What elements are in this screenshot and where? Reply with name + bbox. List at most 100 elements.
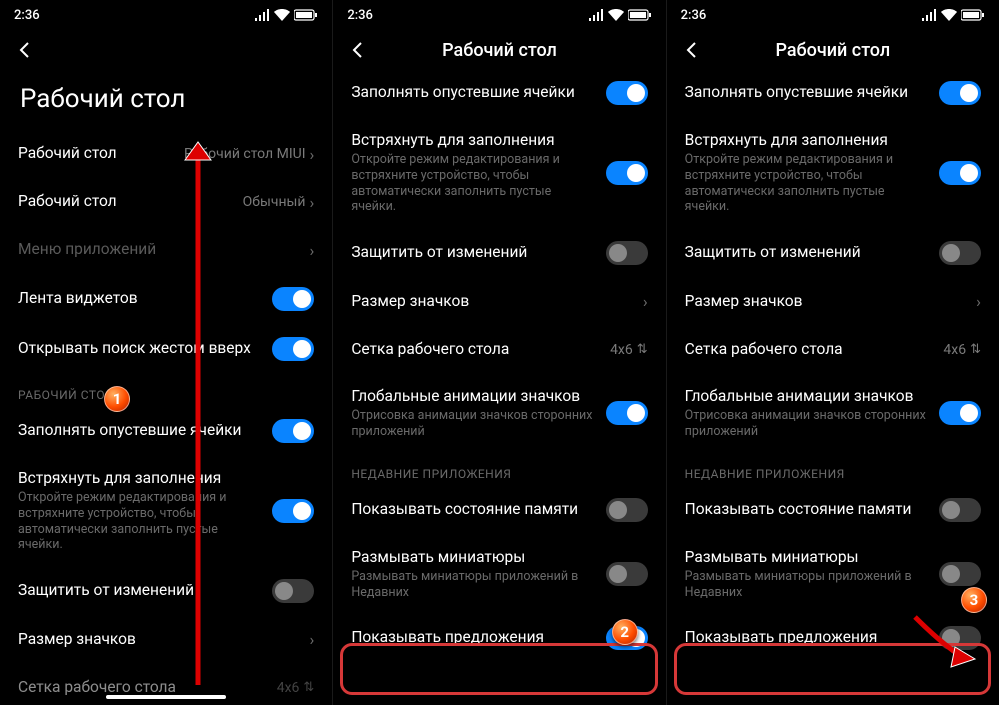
row-lock-layout[interactable]: Защитить от изменений [667,228,999,278]
nav-bar[interactable] [106,695,226,699]
row-shake-fill[interactable]: Встряхнуть для заполнения Откройте режим… [333,118,665,228]
toggle-memory[interactable] [939,498,981,522]
row-global-anim[interactable]: Глобальные анимации значков Отрисовка ан… [333,374,665,453]
title-bar: Рабочий стол [667,28,999,68]
sort-icon: ⇅ [970,342,981,357]
row-label: Заполнять опустевшие ячейки [18,421,262,440]
row-label: Сетка рабочего стола [351,340,600,359]
row-icon-size[interactable]: Размер значков › [667,278,999,326]
chevron-right-icon: › [976,292,981,311]
toggle-blur[interactable] [939,562,981,586]
panel-2: 2:36 Рабочий стол Заполнять опустевшие я… [333,0,666,705]
row-search-gesture[interactable]: Открывать поиск жестом вверх [0,324,332,374]
row-home-mode[interactable]: Рабочий стол Обычный› [0,178,332,226]
row-memory-status[interactable]: Показывать состояние памяти [667,485,999,535]
panel-1: 2:36 Рабочий стол Рабочий стол Рабочий с… [0,0,333,705]
row-grid[interactable]: Сетка рабочего стола 4x6 ⇅ [667,326,999,374]
row-label: Размер значков [685,292,967,311]
status-icons [588,9,652,21]
section-header-recents: НЕДАВНИЕ ПРИЛОЖЕНИЯ [333,453,665,485]
row-fill-empty[interactable]: Заполнять опустевшие ячейки [0,406,332,456]
row-shake-fill[interactable]: Встряхнуть для заполнения Откройте режим… [667,118,999,228]
row-fill-empty[interactable]: Заполнять опустевшие ячейки [333,68,665,118]
row-label: Размывать миниатюры [351,548,595,567]
sort-icon: ⇅ [637,342,648,357]
toggle-blur[interactable] [606,562,648,586]
toggle-shake[interactable] [272,499,314,523]
row-fill-empty[interactable]: Заполнять опустевшие ячейки [667,68,999,118]
row-label: Показывать состояние памяти [685,500,929,519]
settings-list: Заполнять опустевшие ячейки Встряхнуть д… [333,68,665,675]
row-label: Защитить от изменений [18,581,262,600]
settings-list: Рабочий стол Рабочий стол MIUI› Рабочий … [0,130,332,705]
row-label: Защитить от изменений [685,243,929,262]
row-label: Защитить от изменений [351,243,595,262]
row-app-menu: Меню приложений › [0,226,332,274]
row-blur-thumbs[interactable]: Размывать миниатюры Размывать миниатюры … [667,535,999,614]
page-title: Рабочий стол [347,40,651,61]
row-desc: Размывать миниатюры приложений в Недавни… [351,569,595,600]
row-label: Показывать состояние памяти [351,500,595,519]
chevron-right-icon: › [310,145,315,164]
toggle-search[interactable] [272,337,314,361]
row-desc: Отрисовка анимации значков сторонних при… [685,408,929,439]
row-widgets-feed[interactable]: Лента виджетов [0,274,332,324]
row-label: Размер значков [18,630,300,649]
toggle-fill[interactable] [272,419,314,443]
row-label: Открывать поиск жестом вверх [18,339,262,358]
row-label: Лента виджетов [18,289,262,308]
row-lock-layout[interactable]: Защитить от изменений [0,566,332,616]
chevron-right-icon: › [643,292,648,311]
status-time: 2:36 [681,8,707,23]
toggle-memory[interactable] [606,498,648,522]
wifi-icon [274,9,290,21]
row-label: Встряхнуть для заполнения [351,131,595,150]
battery-icon [961,9,985,21]
toggle-shake[interactable] [606,161,648,185]
row-shake-fill[interactable]: Встряхнуть для заполнения Откройте режим… [0,456,332,566]
toggle-lock[interactable] [272,579,314,603]
toggle-fill[interactable] [606,81,648,105]
row-icon-size[interactable]: Размер значков › [0,616,332,664]
signal-icon [921,9,937,21]
toggle-anim[interactable] [606,401,648,425]
back-arrow-icon[interactable] [14,38,38,62]
row-global-anim[interactable]: Глобальные анимации значков Отрисовка ан… [667,374,999,453]
row-label: Встряхнуть для заполнения [685,131,929,150]
row-memory-status[interactable]: Показывать состояние памяти [333,485,665,535]
row-icon-size[interactable]: Размер значков › [333,278,665,326]
panel-3: 2:36 Рабочий стол Заполнять опустевшие я… [667,0,999,705]
toggle-lock[interactable] [606,241,648,265]
row-label: Глобальные анимации значков [351,387,595,406]
row-lock-layout[interactable]: Защитить от изменений [333,228,665,278]
toggle-fill[interactable] [939,81,981,105]
row-desc: Откройте режим редактирования и встряхни… [351,152,595,215]
row-home-launcher[interactable]: Рабочий стол Рабочий стол MIUI› [0,130,332,178]
toggle-shake[interactable] [939,161,981,185]
status-icons [254,9,318,21]
section-header-home: РАБОЧИЙ СТОЛ [0,374,332,406]
wifi-icon [608,9,624,21]
status-bar: 2:36 [0,0,332,28]
wifi-icon [941,9,957,21]
toggle-widgets[interactable] [272,287,314,311]
battery-icon [628,9,652,21]
row-grid[interactable]: Сетка рабочего стола 4x6 ⇅ [333,326,665,374]
row-label: Глобальные анимации значков [685,387,929,406]
status-time: 2:36 [347,8,373,23]
annotation-marker-2: 2 [612,619,638,645]
toggle-anim[interactable] [939,401,981,425]
row-label: Размывать миниатюры [685,548,929,567]
row-label: Показывать предложения [351,628,595,647]
toggle-lock[interactable] [939,241,981,265]
title-bar [0,28,332,68]
title-bar: Рабочий стол [333,28,665,68]
page-title: Рабочий стол [0,68,332,130]
row-label: Рабочий стол [18,144,174,163]
annotation-marker-3: 3 [961,587,987,613]
status-bar: 2:36 [667,0,999,28]
row-value: Обычный [243,194,306,210]
row-desc: Откройте режим редактирования и встряхни… [18,490,262,553]
row-blur-thumbs[interactable]: Размывать миниатюры Размывать миниатюры … [333,535,665,614]
row-desc: Размывать миниатюры приложений в Недавни… [685,569,929,600]
